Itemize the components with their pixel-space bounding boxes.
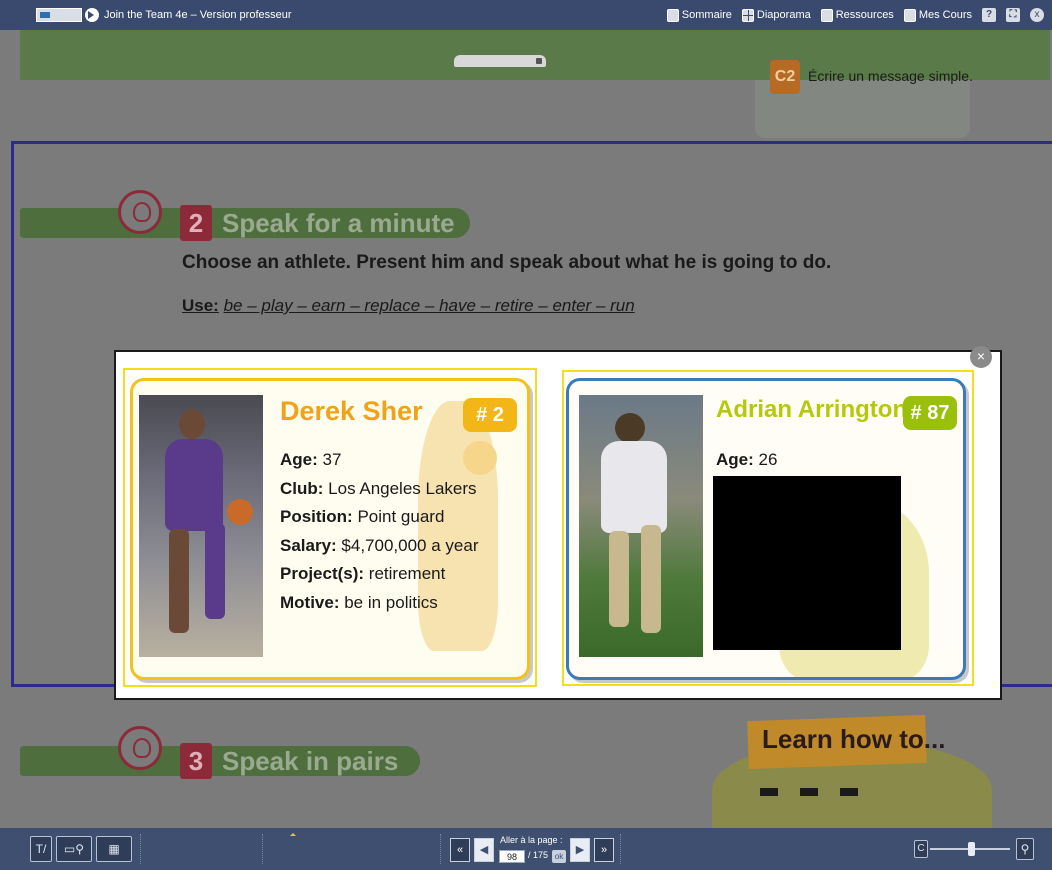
pair-faces-icon xyxy=(118,726,162,770)
text-tool-button[interactable]: T/ xyxy=(30,836,52,862)
course-icon xyxy=(903,8,916,22)
marker-icon xyxy=(290,830,296,836)
player-leg xyxy=(641,525,661,633)
athlete-number-badge: # 2 xyxy=(463,398,517,432)
player-leg xyxy=(169,529,189,633)
stat-motive: Motive: be in politics xyxy=(280,592,438,612)
back-arrow-icon[interactable] xyxy=(85,8,99,22)
goto-page-label: Aller à la page : xyxy=(500,835,563,845)
region-tool-icon[interactable]: ▦ xyxy=(96,836,132,862)
top-navigation: Sommaire Diaporama Ressources Mes Cours … xyxy=(666,8,1044,22)
stat-position: Position: Point guard xyxy=(280,507,445,526)
stat-age: Age: 37 xyxy=(280,450,342,469)
close-app-button[interactable]: x xyxy=(1030,8,1044,22)
toolbar-separator xyxy=(262,834,264,864)
player-leg xyxy=(609,531,629,627)
section-3-number: 3 xyxy=(180,743,212,779)
use-words: Use: be – play – earn – replace – have –… xyxy=(182,296,635,316)
player-leg xyxy=(205,523,225,619)
use-words-list: be – play – earn – replace – have – reti… xyxy=(223,296,635,315)
grid-icon xyxy=(741,8,754,22)
speaker-face-icon xyxy=(118,190,162,234)
list-icon xyxy=(666,8,679,22)
zoom-select-tool-icon[interactable]: ▭⚲ xyxy=(56,836,92,862)
next-page-icon[interactable]: ▶ xyxy=(570,838,590,862)
fullscreen-icon[interactable]: ⛶ xyxy=(1006,8,1020,22)
section-3-title: Speak in pairs xyxy=(222,746,399,776)
section-2-title: Speak for a minute xyxy=(222,208,455,238)
nav-mes-cours-button[interactable]: Mes Cours xyxy=(903,8,972,22)
stat-salary: Salary: $4,700,000 a year xyxy=(280,535,479,555)
basketball xyxy=(227,499,253,525)
close-popup-button[interactable]: × xyxy=(970,346,992,368)
app-title: Join the Team 4e – Version professeur xyxy=(104,9,292,21)
help-button[interactable]: ? xyxy=(982,8,996,22)
nav-diaporama-button[interactable]: Diaporama xyxy=(741,8,811,22)
previous-page-icon[interactable]: ◀ xyxy=(474,838,494,862)
page-tab-handle[interactable] xyxy=(454,55,546,67)
player-jersey xyxy=(165,439,223,531)
stat-projects: Project(s): retirement xyxy=(280,564,446,583)
adrian-photo xyxy=(579,395,703,657)
toolbar-separator xyxy=(620,834,622,864)
folder-icon xyxy=(820,8,833,22)
stat-club: Club: Los Angeles Lakers xyxy=(280,478,477,498)
player-helmet xyxy=(615,413,645,443)
page-number-input[interactable] xyxy=(499,850,525,863)
nav-diaporama-label: Diaporama xyxy=(756,9,811,21)
first-page-icon[interactable]: « xyxy=(450,838,470,862)
learn-dashes xyxy=(760,788,870,796)
learn-how-to-title: Learn how to... xyxy=(762,724,946,754)
use-label: Use: xyxy=(182,296,219,315)
zoom-reset-button[interactable]: C xyxy=(914,840,928,858)
zoom-slider-knob[interactable] xyxy=(968,842,975,856)
redacted-area xyxy=(713,476,901,650)
nav-ressources-label: Ressources xyxy=(835,9,894,21)
competence-badge: C2 xyxy=(770,60,800,94)
instruction-text: Choose an athlete. Present him and speak… xyxy=(182,252,832,273)
last-page-icon[interactable]: » xyxy=(594,838,614,862)
competence-text: Écrire un message simple. xyxy=(808,68,973,84)
publisher-logo xyxy=(36,8,82,22)
go-page-button[interactable]: ok xyxy=(552,850,566,863)
zoom-slider[interactable] xyxy=(930,842,1010,856)
nav-mes-cours-label: Mes Cours xyxy=(918,9,972,21)
athlete-stats: Age: 37 Club: Los Angeles Lakers Positio… xyxy=(280,446,478,617)
app-titlebar: Join the Team 4e – Version professeur So… xyxy=(0,0,1052,30)
zoom-search-icon[interactable]: ⚲ xyxy=(1016,838,1034,860)
section-2-number: 2 xyxy=(180,205,212,241)
player-jersey xyxy=(601,441,667,533)
nav-sommaire-button[interactable]: Sommaire xyxy=(666,8,732,22)
page-total: / 175 xyxy=(528,850,549,860)
toolbar-separator xyxy=(440,834,442,864)
stat-age: Age: 26 xyxy=(716,450,778,469)
toolbar-separator xyxy=(140,834,142,864)
athlete-name: Derek Sher xyxy=(280,396,423,426)
derek-photo xyxy=(139,395,263,657)
nav-sommaire-label: Sommaire xyxy=(681,9,732,21)
athlete-stats: Age: 26 xyxy=(716,446,777,475)
nav-ressources-button[interactable]: Ressources xyxy=(820,8,894,22)
athlete-number-badge: # 87 xyxy=(903,396,957,430)
athlete-name: Adrian Arrington xyxy=(716,396,908,423)
player-head xyxy=(179,409,205,439)
